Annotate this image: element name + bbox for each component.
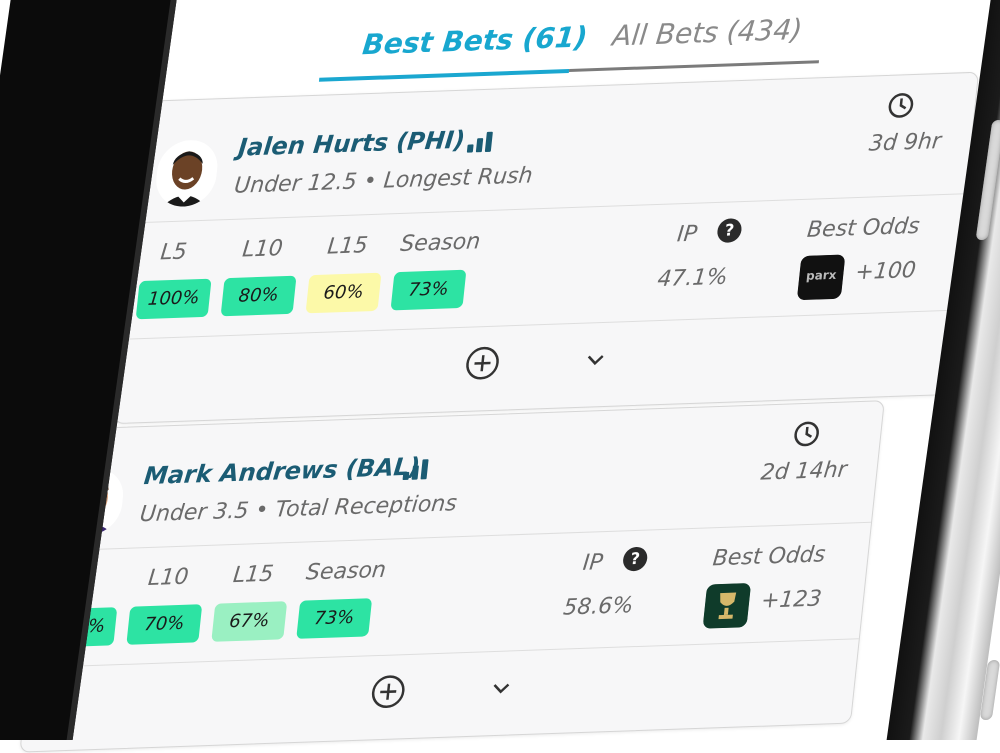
expand-chevron-icon[interactable] xyxy=(580,345,611,374)
l5-hit-rate: 100% xyxy=(135,278,212,320)
help-icon[interactable]: ? xyxy=(621,546,649,572)
season-label: Season xyxy=(399,229,482,258)
tab-all-bets[interactable]: All Bets (434) xyxy=(611,13,804,53)
add-bet-button[interactable] xyxy=(463,345,503,382)
game-time: 3d 9hr xyxy=(867,129,943,157)
season-label: Season xyxy=(304,557,388,586)
season-hit-rate: 73% xyxy=(390,269,467,311)
implied-probability: 58.6% xyxy=(561,593,635,621)
signal-strength-icon xyxy=(466,127,502,153)
bet-line: Under 3.5 • Total Receptions xyxy=(138,491,459,528)
bet-line: Under 12.5 • Longest Rush xyxy=(232,163,534,199)
l15-label: L15 xyxy=(326,233,369,260)
season-hit-rate: 73% xyxy=(296,598,373,639)
bet-card[interactable]: Jalen Hurts (PHI) Under 12.5 • Longest R… xyxy=(113,71,980,425)
l15-hit-rate: 60% xyxy=(305,272,382,314)
tab-divider xyxy=(568,60,820,73)
l5-label: L5 xyxy=(159,239,189,266)
l10-hit-rate: 80% xyxy=(220,275,297,317)
best-odds-value: +100 xyxy=(854,257,918,286)
player-avatar xyxy=(153,139,221,208)
trophy-logo-icon xyxy=(702,582,752,629)
ip-label: IP xyxy=(675,221,699,248)
game-time: 2d 14hr xyxy=(759,457,848,486)
player-name[interactable]: Mark Andrews (BAL) xyxy=(143,452,422,490)
l10-label: L10 xyxy=(241,236,285,263)
sportsbook-name: parx xyxy=(805,268,837,283)
best-odds-value: +123 xyxy=(759,586,823,614)
bet-tabs: Best Bets (61) All Bets (434) xyxy=(318,2,825,82)
clock-icon xyxy=(794,421,819,447)
best-odds-label: Best Odds xyxy=(805,213,921,243)
active-tab-indicator xyxy=(318,69,570,82)
ip-label: IP xyxy=(581,550,605,576)
l15-hit-rate: 67% xyxy=(211,601,288,642)
app-content: Best Bets (61) All Bets (434) Jalen Hurt… xyxy=(19,0,996,753)
l10-hit-rate: 70% xyxy=(126,604,203,645)
l10-label: L10 xyxy=(146,564,190,592)
sportsbook-logo: parx xyxy=(796,254,846,301)
help-icon[interactable]: ? xyxy=(716,218,743,243)
tab-best-bets[interactable]: Best Bets (61) xyxy=(361,20,589,61)
best-odds-label: Best Odds xyxy=(711,542,827,572)
add-bet-button[interactable] xyxy=(368,673,408,710)
player-name[interactable]: Jalen Hurts (PHI) xyxy=(237,126,467,162)
clock-icon xyxy=(888,93,914,118)
signal-strength-icon xyxy=(402,455,438,481)
l15-label: L15 xyxy=(231,561,275,589)
expand-chevron-icon[interactable] xyxy=(486,673,517,702)
implied-probability: 47.1% xyxy=(656,264,729,293)
